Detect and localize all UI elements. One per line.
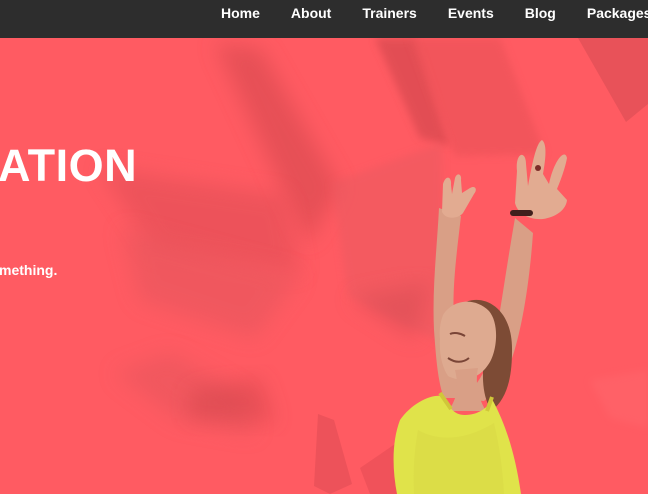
top-navbar: Home About Trainers Events Blog Packages… — [0, 0, 648, 38]
nav-packages[interactable]: Packages — [587, 0, 648, 26]
page: Home About Trainers Events Blog Packages… — [0, 0, 648, 494]
woman-photo — [393, 140, 567, 494]
hero-subtitle: mething. — [0, 262, 58, 278]
hero-title: ATION — [0, 140, 138, 191]
ring-icon — [535, 165, 541, 171]
nav-trainers[interactable]: Trainers — [362, 0, 416, 26]
nav-links: Home About Trainers Events Blog Packages… — [221, 0, 648, 26]
woman-left-hand — [442, 174, 476, 218]
woman-right-hand — [515, 140, 567, 220]
nav-home[interactable]: Home — [221, 0, 260, 26]
bracelet-icon — [510, 210, 533, 216]
nav-blog[interactable]: Blog — [525, 0, 556, 26]
nav-about[interactable]: About — [291, 0, 331, 26]
nav-events[interactable]: Events — [448, 0, 494, 26]
hero-section: ATION mething. — [0, 38, 648, 494]
